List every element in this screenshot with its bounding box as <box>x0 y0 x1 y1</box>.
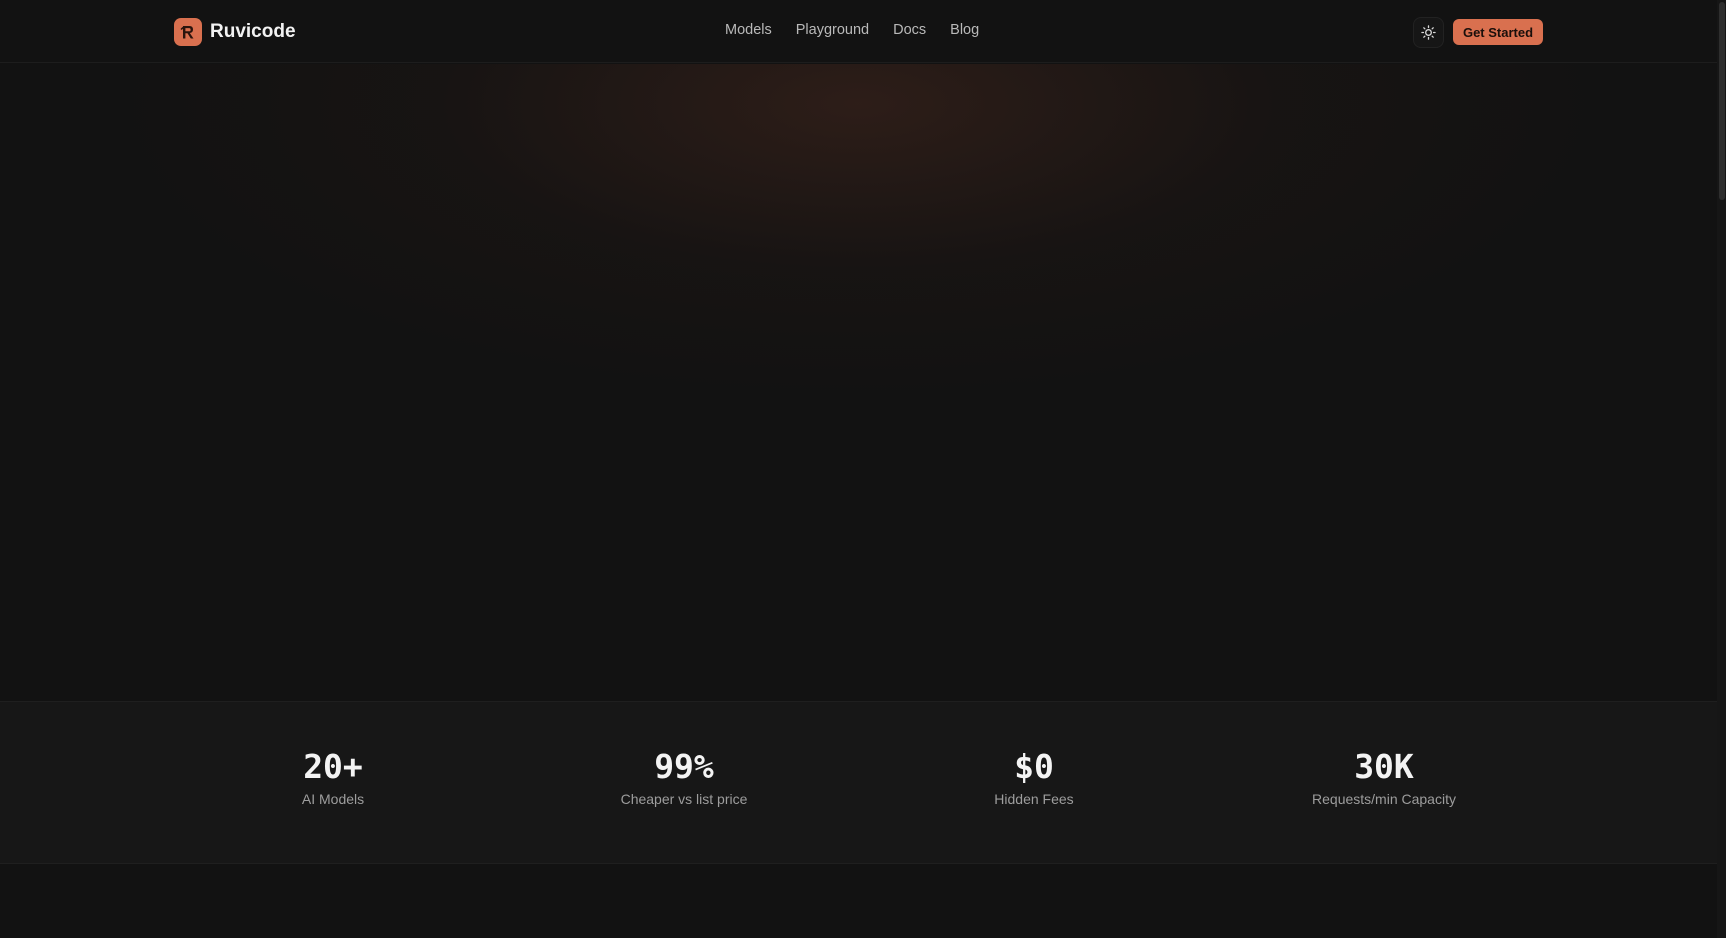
stat-cheaper: 99% Cheaper vs list price <box>534 747 834 808</box>
stat-hidden-fees: $0 Hidden Fees <box>884 747 1184 808</box>
stat-label: AI Models <box>301 791 365 808</box>
stat-label: Requests/min Capacity <box>1312 791 1456 808</box>
page: Ruvicode Models Playground Docs Blog Get… <box>0 0 1726 938</box>
nav-link-docs[interactable]: Docs <box>893 22 926 38</box>
brand-home-link[interactable]: Ruvicode <box>174 18 296 46</box>
brand-name: Ruvicode <box>210 21 296 42</box>
stat-value: 99% <box>654 747 714 786</box>
stat-label: Hidden Fees <box>994 791 1074 808</box>
sun-icon <box>1421 25 1436 40</box>
stat-value: 20+ <box>303 747 363 786</box>
nav-link-models[interactable]: Models <box>725 22 772 38</box>
get-started-button[interactable]: Get Started <box>1453 19 1543 45</box>
scrollbar-thumb[interactable] <box>1719 2 1725 200</box>
next-section <box>0 865 1717 938</box>
stat-capacity: 30K Requests/min Capacity <box>1234 747 1534 808</box>
stat-ai-models: 20+ AI Models <box>183 747 483 808</box>
stat-value: 30K <box>1354 747 1414 786</box>
main-nav: Models Playground Docs Blog <box>725 22 1003 38</box>
stat-value: $0 <box>1014 747 1054 786</box>
theme-toggle-button[interactable] <box>1413 17 1444 48</box>
hero-section <box>0 64 1717 701</box>
stat-label: Cheaper vs list price <box>620 791 748 808</box>
nav-link-playground[interactable]: Playground <box>796 22 869 38</box>
ruvicode-logo-icon <box>174 18 202 46</box>
logo-r-glyph <box>180 26 194 39</box>
top-navbar: Ruvicode Models Playground Docs Blog Get… <box>0 0 1717 63</box>
stats-band: 20+ AI Models 99% Cheaper vs list price … <box>0 701 1717 864</box>
page-scrollbar[interactable] <box>1717 0 1726 938</box>
nav-link-blog[interactable]: Blog <box>950 22 979 38</box>
